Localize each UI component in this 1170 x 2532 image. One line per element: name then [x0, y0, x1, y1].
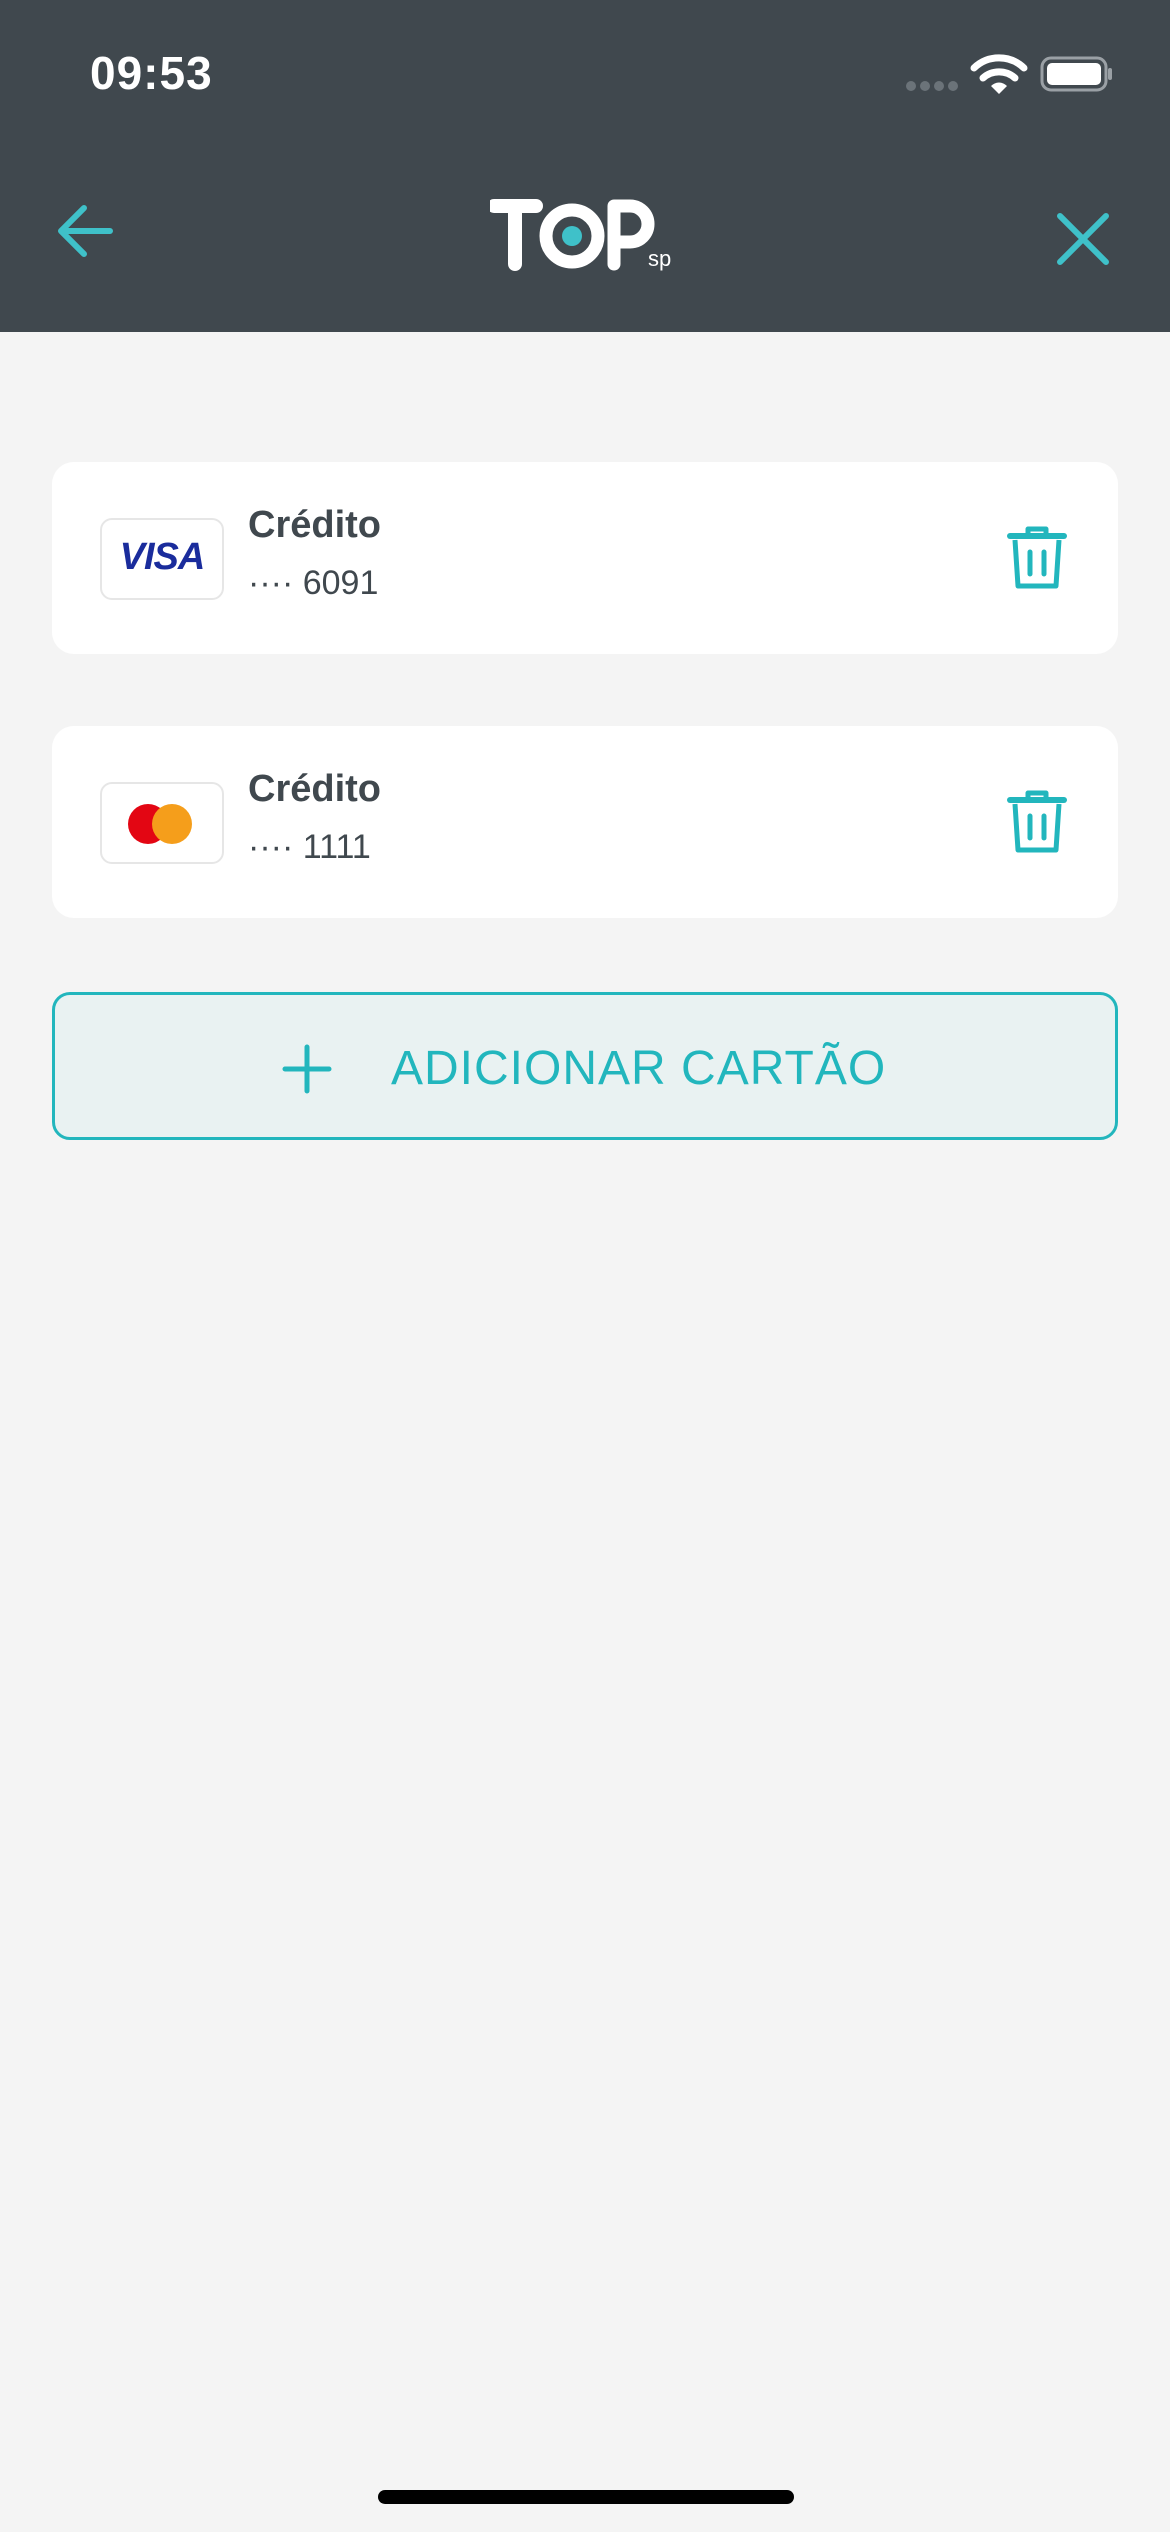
arrow-left-icon [58, 205, 113, 257]
logo-sub-text: sp [648, 246, 671, 271]
wifi-icon [970, 54, 1028, 94]
card-type-label: Crédito [248, 504, 381, 546]
card-number-masked: ···· 6091 [248, 564, 379, 602]
delete-card-button[interactable] [1006, 524, 1068, 592]
close-button[interactable] [1048, 204, 1118, 274]
battery-icon [1040, 56, 1112, 92]
card-number-masked: ···· 1111 [248, 828, 371, 866]
back-button[interactable] [50, 196, 120, 266]
close-icon [1057, 213, 1109, 265]
saved-card-item[interactable]: Crédito ···· 1111 [52, 726, 1118, 918]
add-card-label: ADICIONAR CARTÃO [391, 1042, 887, 1095]
top-sp-logo: sp [490, 199, 671, 271]
trash-icon [1007, 790, 1067, 853]
delete-card-button[interactable] [1006, 788, 1068, 856]
plus-icon [282, 1044, 332, 1094]
saved-card-item[interactable]: VISA Crédito ···· 6091 [52, 462, 1118, 654]
card-type-label: Crédito [248, 768, 381, 810]
visa-logo: VISA [100, 518, 224, 600]
status-time: 09:53 [90, 47, 213, 99]
mastercard-orange-circle [152, 804, 192, 844]
home-indicator [378, 2490, 794, 2504]
cellular-signal-icon [906, 81, 958, 91]
add-card-button[interactable]: ADICIONAR CARTÃO [52, 992, 1118, 1140]
trash-icon [1007, 526, 1067, 589]
mastercard-logo [100, 782, 224, 864]
top-bar: 09:53 sp [0, 0, 1170, 332]
visa-logo-text: VISA [119, 536, 206, 578]
